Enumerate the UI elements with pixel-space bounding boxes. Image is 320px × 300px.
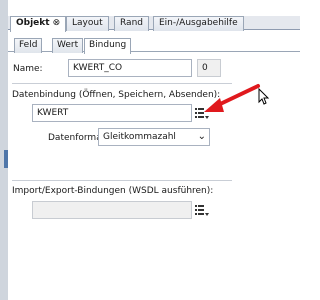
mouse-pointer-icon (258, 88, 270, 105)
format-select[interactable]: Gleitkommazahl ⌄ (98, 128, 210, 146)
tab-layout-label: Layout (72, 18, 103, 28)
tab-feld-label: Feld (19, 40, 38, 50)
tab-feld[interactable]: Feld (14, 38, 43, 53)
divider (12, 83, 232, 84)
tab-ein-ausgabehilfe-label: Ein-/Ausgabehilfe (159, 18, 238, 28)
import-export-label: Import/Export-Bindungen (WSDL ausführen)… (12, 186, 214, 196)
list-dropdown-icon[interactable] (195, 204, 209, 216)
format-value: Gleitkommazahl (103, 132, 176, 142)
binding-label: Datenbindung (Öffnen, Speichern, Absende… (12, 90, 221, 100)
sub-tabbar: Feld Wert Bindung (8, 38, 300, 54)
tab-layout[interactable]: Layout (66, 16, 109, 31)
close-icon[interactable]: ⊗ (53, 17, 61, 30)
chevron-down-icon: ⌄ (197, 131, 206, 142)
tab-objekt[interactable]: Objekt ⊗ (10, 16, 67, 32)
tab-rand-label: Rand (120, 18, 143, 28)
tab-objekt-label: Objekt (16, 18, 50, 28)
property-tabbar: Objekt ⊗ Layout Rand Ein-/Ausgabehilfe (8, 16, 300, 32)
divider (12, 180, 232, 181)
import-export-input (32, 201, 192, 219)
tab-rand[interactable]: Rand (114, 16, 149, 31)
name-input[interactable]: KWERT_CO (68, 59, 192, 77)
panel-resize-handle[interactable] (4, 150, 8, 168)
binding-input[interactable]: KWERT (32, 104, 192, 122)
tab-ein-ausgabehilfe[interactable]: Ein-/Ausgabehilfe (153, 16, 244, 31)
tab-wert-label: Wert (57, 40, 79, 50)
tab-bindung-label: Bindung (89, 40, 127, 50)
tab-wert[interactable]: Wert (52, 38, 84, 53)
name-label: Name: (13, 64, 43, 74)
red-arrow-annotation (204, 84, 260, 112)
name-index-field: 0 (197, 59, 221, 77)
tab-bindung[interactable]: Bindung (84, 38, 132, 54)
